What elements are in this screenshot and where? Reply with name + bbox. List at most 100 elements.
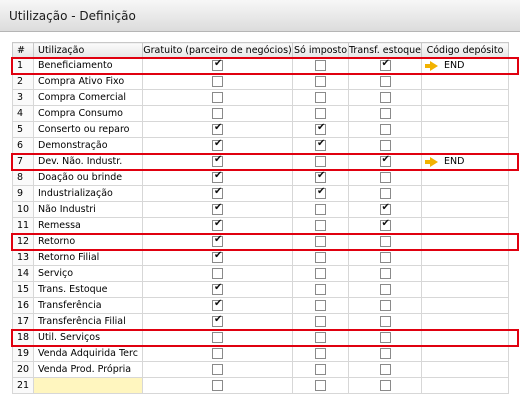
tax-only-checkbox[interactable] bbox=[315, 76, 326, 87]
column-header-usage[interactable]: Utilização bbox=[33, 42, 143, 58]
tax-only-checkbox[interactable] bbox=[315, 332, 326, 343]
table-row[interactable]: 15 Trans. Estoque ✔ bbox=[12, 281, 510, 298]
free-checkbox[interactable] bbox=[212, 380, 223, 391]
table-row[interactable]: 7 Dev. Não. Industr. ✔ ✔ END bbox=[12, 153, 510, 170]
tax-only-checkbox[interactable] bbox=[315, 284, 326, 295]
tax-only-checkbox[interactable] bbox=[315, 236, 326, 247]
table-row[interactable]: 16 Transferência ✔ bbox=[12, 297, 510, 314]
stock-transfer-checkbox[interactable] bbox=[379, 300, 391, 311]
free-checkbox[interactable]: ✔ bbox=[212, 283, 223, 295]
usage-name-cell[interactable]: Industrialização bbox=[33, 185, 143, 202]
stock-transfer-checkbox[interactable]: ✔ bbox=[379, 155, 391, 167]
free-checkbox[interactable] bbox=[212, 364, 223, 375]
stock-transfer-checkbox[interactable] bbox=[379, 284, 391, 295]
table-row[interactable]: 5 Conserto ou reparo ✔ ✔ bbox=[12, 121, 510, 138]
stock-transfer-checkbox[interactable] bbox=[379, 316, 391, 327]
table-row[interactable]: 19 Venda Adquirida Terc bbox=[12, 345, 510, 362]
warehouse-code-cell[interactable]: END bbox=[421, 57, 510, 74]
warehouse-code-cell[interactable] bbox=[421, 249, 510, 266]
tax-only-checkbox[interactable] bbox=[315, 300, 326, 311]
warehouse-code-cell[interactable] bbox=[421, 201, 510, 218]
warehouse-code-cell[interactable] bbox=[421, 345, 510, 362]
table-row[interactable]: 6 Demonstração ✔ ✔ bbox=[12, 137, 510, 154]
column-header-tax-only[interactable]: Só imposto bbox=[292, 42, 349, 58]
usage-name-cell[interactable]: Transferência bbox=[33, 297, 143, 314]
free-checkbox[interactable]: ✔ bbox=[212, 155, 223, 167]
table-row[interactable]: 8 Doação ou brinde ✔ ✔ bbox=[12, 169, 510, 186]
stock-transfer-checkbox[interactable] bbox=[379, 332, 391, 343]
warehouse-code-cell[interactable] bbox=[421, 377, 510, 394]
free-checkbox[interactable] bbox=[212, 92, 223, 103]
warehouse-code-cell[interactable] bbox=[421, 361, 510, 378]
warehouse-code-cell[interactable]: END bbox=[421, 153, 510, 170]
free-checkbox[interactable] bbox=[212, 76, 223, 87]
table-row[interactable]: 14 Serviço bbox=[12, 265, 510, 282]
usage-name-cell[interactable]: Retorno Filial bbox=[33, 249, 143, 266]
table-row[interactable]: 11 Remessa ✔ ✔ bbox=[12, 217, 510, 234]
usage-name-cell[interactable]: Venda Adquirida Terc bbox=[33, 345, 143, 362]
warehouse-code-cell[interactable] bbox=[421, 281, 510, 298]
usage-name-cell[interactable]: Doação ou brinde bbox=[33, 169, 143, 186]
warehouse-code-cell[interactable] bbox=[421, 265, 510, 282]
usage-name-cell[interactable]: Transferência Filial bbox=[33, 313, 143, 330]
arrow-right-icon[interactable] bbox=[425, 156, 439, 167]
free-checkbox[interactable]: ✔ bbox=[212, 251, 223, 263]
usage-name-cell[interactable]: Retorno bbox=[33, 233, 143, 250]
usage-name-cell[interactable]: Venda Prod. Própria bbox=[33, 361, 143, 378]
stock-transfer-checkbox[interactable]: ✔ bbox=[379, 203, 391, 215]
stock-transfer-checkbox[interactable] bbox=[379, 188, 391, 199]
stock-transfer-checkbox[interactable]: ✔ bbox=[379, 219, 391, 231]
column-header-stock-transfer[interactable]: Transf. estoque bbox=[347, 42, 423, 58]
warehouse-code-cell[interactable] bbox=[421, 297, 510, 314]
table-row[interactable]: 20 Venda Prod. Própria bbox=[12, 361, 510, 378]
column-header-free[interactable]: Gratuito (parceiro de negócios) bbox=[142, 42, 293, 58]
table-row[interactable]: 10 Não Industri ✔ ✔ bbox=[12, 201, 510, 218]
usage-name-cell[interactable]: Não Industri bbox=[33, 201, 143, 218]
table-row[interactable]: 2 Compra Ativo Fixo bbox=[12, 73, 510, 90]
stock-transfer-checkbox[interactable] bbox=[379, 124, 391, 135]
stock-transfer-checkbox[interactable] bbox=[379, 92, 391, 103]
stock-transfer-checkbox[interactable] bbox=[379, 348, 391, 359]
tax-only-checkbox[interactable] bbox=[315, 380, 326, 391]
stock-transfer-checkbox[interactable] bbox=[379, 172, 391, 183]
table-row[interactable]: 1 Beneficiamento ✔ ✔ END bbox=[12, 57, 510, 74]
free-checkbox[interactable] bbox=[212, 108, 223, 119]
warehouse-code-cell[interactable] bbox=[421, 89, 510, 106]
free-checkbox[interactable]: ✔ bbox=[212, 203, 223, 215]
usage-name-cell[interactable]: Beneficiamento bbox=[33, 57, 143, 74]
column-header-warehouse-code[interactable]: Código depósito bbox=[421, 42, 510, 58]
table-row[interactable]: 4 Compra Consumo bbox=[12, 105, 510, 122]
column-header-number[interactable]: # bbox=[12, 42, 34, 58]
stock-transfer-checkbox[interactable]: ✔ bbox=[379, 59, 391, 71]
stock-transfer-checkbox[interactable] bbox=[379, 236, 391, 247]
tax-only-checkbox[interactable] bbox=[315, 92, 326, 103]
usage-name-cell[interactable]: Compra Consumo bbox=[33, 105, 143, 122]
free-checkbox[interactable]: ✔ bbox=[212, 171, 223, 183]
warehouse-code-cell[interactable] bbox=[421, 329, 510, 346]
table-row[interactable]: 13 Retorno Filial ✔ bbox=[12, 249, 510, 266]
usage-name-cell[interactable]: Util. Serviços bbox=[33, 329, 143, 346]
tax-only-checkbox[interactable]: ✔ bbox=[315, 123, 326, 135]
warehouse-code-cell[interactable] bbox=[421, 105, 510, 122]
stock-transfer-checkbox[interactable] bbox=[379, 380, 391, 391]
free-checkbox[interactable] bbox=[212, 348, 223, 359]
warehouse-code-cell[interactable] bbox=[421, 217, 510, 234]
tax-only-checkbox[interactable] bbox=[315, 252, 326, 263]
free-checkbox[interactable]: ✔ bbox=[212, 299, 223, 311]
table-row[interactable]: 17 Transferência Filial ✔ bbox=[12, 313, 510, 330]
tax-only-checkbox[interactable]: ✔ bbox=[315, 171, 326, 183]
tax-only-checkbox[interactable] bbox=[315, 204, 326, 215]
tax-only-checkbox[interactable]: ✔ bbox=[315, 187, 326, 199]
free-checkbox[interactable] bbox=[212, 268, 223, 279]
tax-only-checkbox[interactable]: ✔ bbox=[315, 139, 326, 151]
free-checkbox[interactable]: ✔ bbox=[212, 235, 223, 247]
warehouse-code-cell[interactable] bbox=[421, 169, 510, 186]
warehouse-code-cell[interactable] bbox=[421, 73, 510, 90]
usage-name-cell[interactable]: Compra Ativo Fixo bbox=[33, 73, 143, 90]
usage-name-cell[interactable]: Conserto ou reparo bbox=[33, 121, 143, 138]
free-checkbox[interactable]: ✔ bbox=[212, 315, 223, 327]
usage-name-cell[interactable]: Trans. Estoque bbox=[33, 281, 143, 298]
tax-only-checkbox[interactable] bbox=[315, 156, 326, 167]
free-checkbox[interactable]: ✔ bbox=[212, 59, 223, 71]
table-row[interactable]: 9 Industrialização ✔ ✔ bbox=[12, 185, 510, 202]
